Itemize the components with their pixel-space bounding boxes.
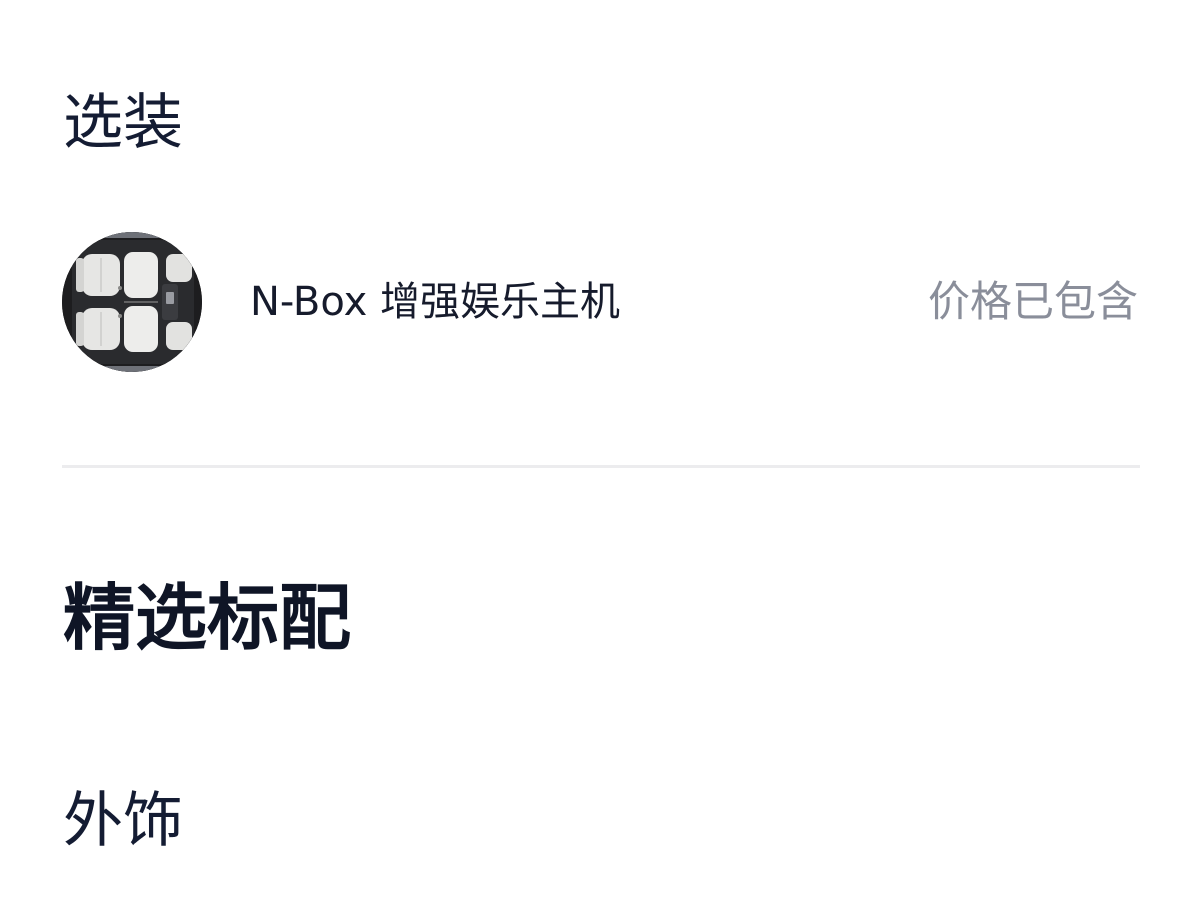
car-interior-thumbnail — [62, 232, 202, 372]
option-row-nbox[interactable]: N-Box 增强娱乐主机 价格已包含 — [62, 230, 1140, 374]
car-interior-icon — [62, 232, 202, 372]
options-section-title: 选装 — [63, 88, 183, 158]
option-name: N-Box 增强娱乐主机 — [250, 279, 620, 325]
featured-standard-section-title: 精选标配 — [63, 576, 352, 660]
exterior-section-title: 外饰 — [63, 786, 183, 856]
option-price-status: 价格已包含 — [927, 277, 1138, 326]
section-divider — [62, 465, 1140, 468]
